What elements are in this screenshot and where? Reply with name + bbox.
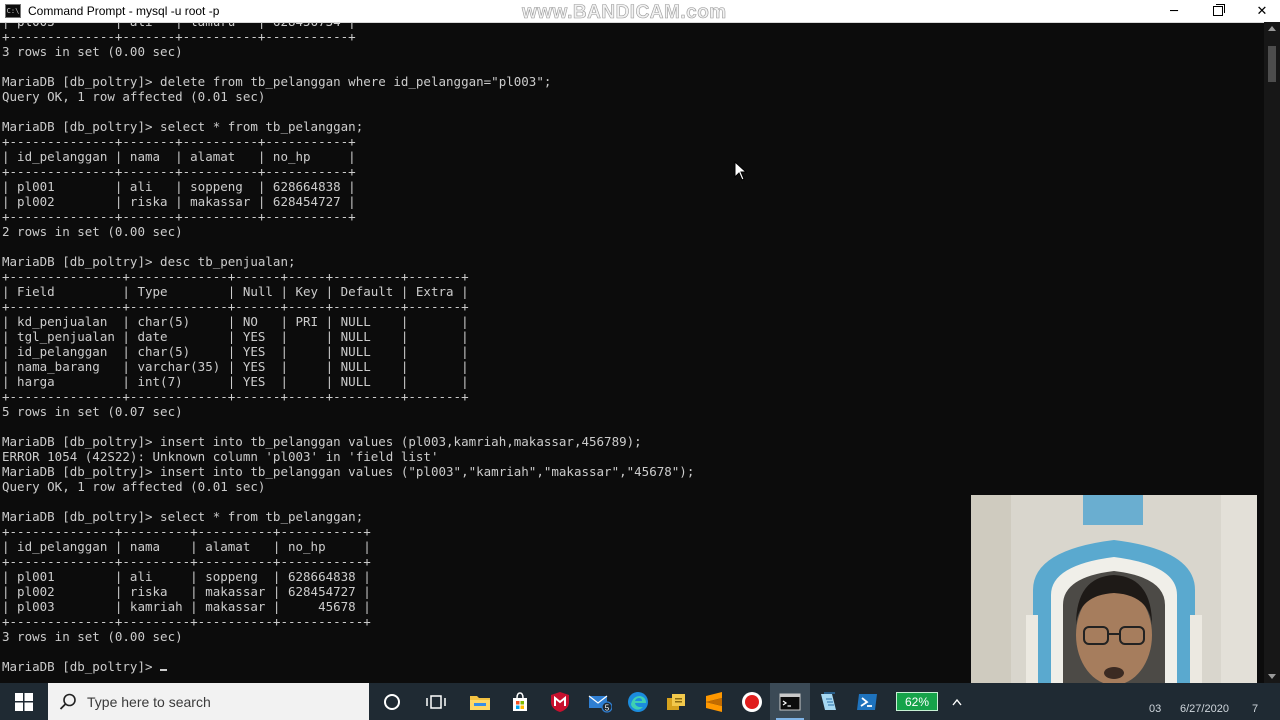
sublime-text-icon	[706, 691, 722, 712]
taskbar: 5	[0, 683, 1280, 720]
search-icon	[59, 693, 76, 710]
cortana-icon	[384, 693, 400, 710]
notification-count[interactable]: 7	[1252, 703, 1258, 715]
taskbar-file-explorer[interactable]	[460, 683, 500, 720]
taskbar-sublime-text[interactable]	[694, 683, 734, 720]
bandicam-watermark: www.BANDICAM.com	[522, 2, 727, 24]
console-output: | pl003 | ali | lamuru | 628456734 | +--…	[0, 22, 694, 674]
tray-overflow-button[interactable]	[944, 683, 970, 720]
window-title-bar[interactable]: C:\ Command Prompt - mysql -u root -p ww…	[0, 0, 1280, 23]
scroll-thumb[interactable]	[1268, 46, 1276, 82]
restore-button[interactable]	[1196, 0, 1240, 22]
text-cursor	[160, 669, 168, 671]
scroll-down-icon[interactable]	[1268, 674, 1276, 679]
taskbar-command-prompt[interactable]	[770, 683, 810, 720]
mail-badge: 5	[605, 703, 610, 712]
edge-browser-icon	[628, 691, 648, 712]
console-history: | pl003 | ali | lamuru | 628456734 | +--…	[2, 22, 695, 644]
sticky-folder-icon	[667, 693, 685, 710]
taskbar-notepad[interactable]	[808, 683, 848, 720]
close-button[interactable]: ✕	[1240, 0, 1280, 22]
console-prompt: MariaDB [db_poltry]>	[2, 659, 161, 674]
powershell-icon	[857, 693, 877, 710]
task-view-button[interactable]	[416, 683, 456, 720]
scroll-up-icon[interactable]	[1268, 26, 1276, 31]
restore-icon	[1213, 4, 1225, 16]
mail-icon: 5	[588, 695, 612, 713]
taskbar-mcafee[interactable]	[540, 683, 580, 720]
window-title: Command Prompt - mysql -u root -p	[28, 4, 220, 18]
tray-date: 6/27/2020	[1180, 703, 1229, 715]
record-icon	[742, 691, 762, 712]
taskbar-app-yellow[interactable]	[656, 683, 696, 720]
command-prompt-icon: C:\	[5, 4, 21, 18]
taskbar-powershell[interactable]	[847, 683, 887, 720]
tray-time: 03	[1149, 703, 1162, 715]
minimize-button[interactable]: ─	[1152, 0, 1196, 22]
taskbar-bandicam[interactable]	[732, 683, 772, 720]
taskbar-search-box[interactable]	[48, 683, 369, 720]
chevron-up-icon	[952, 698, 962, 705]
close-icon: ✕	[1256, 3, 1268, 19]
battery-percent: 62%	[896, 692, 938, 711]
store-bag-icon	[513, 691, 527, 711]
taskbar-store[interactable]	[500, 683, 540, 720]
notepad-icon	[821, 691, 836, 710]
taskbar-mail[interactable]: 5	[580, 683, 620, 720]
minimize-icon: ─	[1170, 3, 1178, 19]
vertical-scrollbar[interactable]	[1264, 22, 1280, 683]
start-button[interactable]	[0, 683, 48, 720]
taskbar-edge[interactable]	[618, 683, 658, 720]
search-input[interactable]	[85, 692, 349, 711]
terminal-icon	[779, 693, 801, 710]
cortana-button[interactable]	[372, 683, 412, 720]
battery-indicator[interactable]: 62%	[893, 683, 941, 720]
folder-icon	[470, 695, 490, 710]
mouse-pointer-icon	[734, 161, 748, 181]
task-view-icon	[426, 694, 446, 709]
windows-logo-icon	[15, 692, 33, 711]
mcafee-shield-icon	[551, 691, 569, 712]
